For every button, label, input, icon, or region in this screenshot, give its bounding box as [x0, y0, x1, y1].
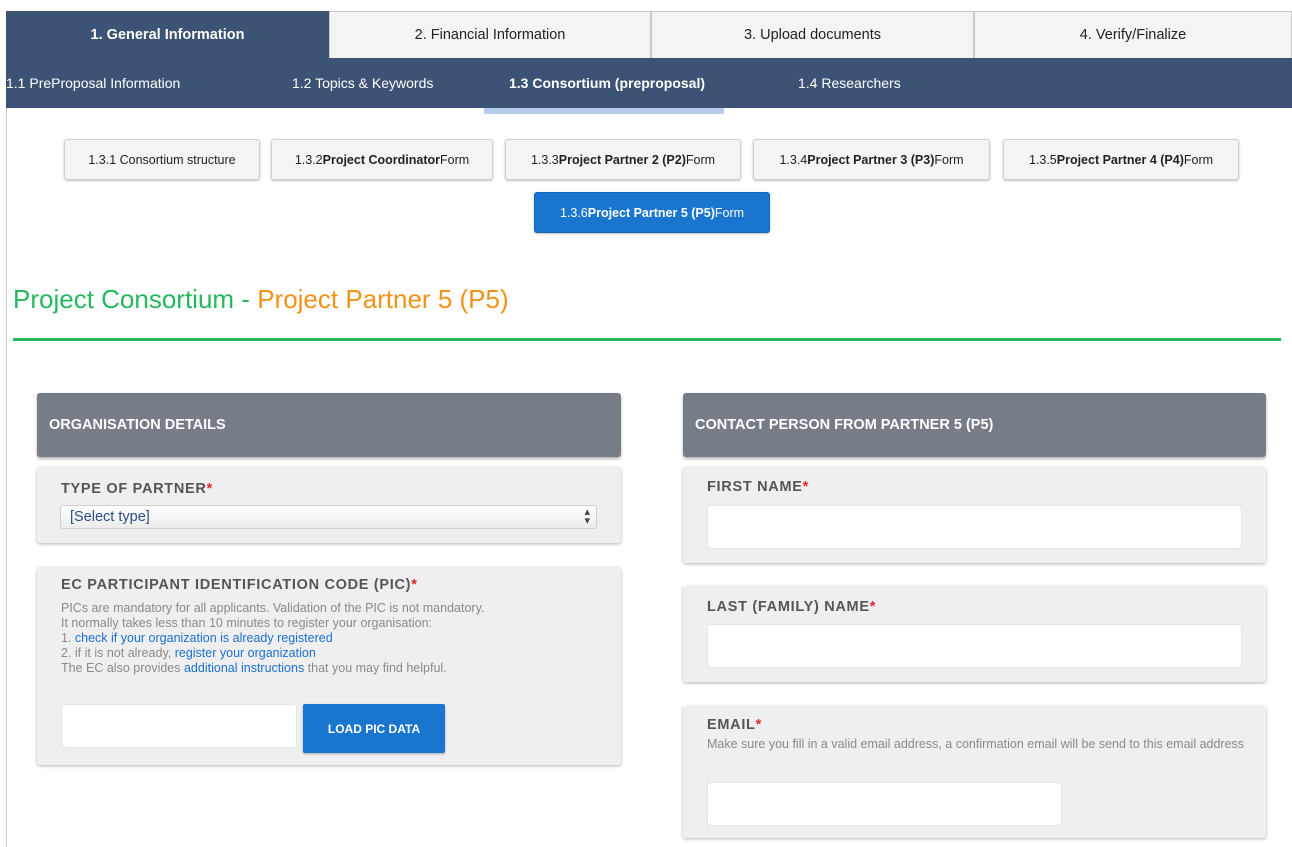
label-text: EMAIL: [707, 717, 756, 733]
pic-card: EC PARTICIPANT IDENTIFICATION CODE (PIC)…: [37, 567, 621, 765]
subtab-number: 1.3.3: [530, 152, 559, 167]
subtab-suffix: Form: [714, 205, 745, 220]
subtab-suffix: Form: [934, 152, 964, 167]
panel-header-title: ORGANISATION DETAILS: [49, 417, 226, 433]
subnav-topics-keywords[interactable]: 1.2 Topics & Keywords: [292, 58, 433, 108]
tab-general-information[interactable]: 1. General Information: [6, 11, 329, 58]
page-left-border: [6, 108, 7, 847]
help-line: 1. check if your organization is already…: [61, 631, 611, 646]
subtab-suffix: Form: [1183, 152, 1214, 167]
type-of-partner-label: TYPE OF PARTNER*: [61, 481, 213, 497]
button-label: LOAD PIC DATA: [327, 721, 421, 736]
select-arrows-icon: ▴ ▾: [584, 506, 590, 527]
subtab-label-bold: Project Partner 2 (P2): [558, 152, 686, 167]
register-organization-link[interactable]: register your organization: [175, 646, 316, 660]
last-name-card: LAST (FAMILY) NAME*: [683, 586, 1266, 682]
subtab-consortium-structure[interactable]: 1.3.1 Consortium structure: [64, 139, 260, 180]
main-tabs: 1. General Information 2. Financial Info…: [6, 11, 1292, 58]
title-divider: [13, 338, 1281, 341]
first-name-label: FIRST NAME*: [707, 479, 809, 495]
first-name-input[interactable]: [707, 505, 1242, 549]
type-of-partner-card: TYPE OF PARTNER* [Select type] ▴ ▾: [37, 467, 621, 543]
label-text: TYPE OF PARTNER: [61, 481, 207, 497]
select-value: [Select type]: [70, 509, 150, 525]
required-marker: *: [206, 481, 213, 497]
subtab-label-bold: Project Partner 5 (P5): [587, 205, 715, 220]
subtab-label-bold: Project Partner 3 (P3): [807, 152, 935, 167]
organisation-details-header: ORGANISATION DETAILS: [37, 393, 621, 457]
subnav-consortium[interactable]: 1.3 Consortium (preproposal): [509, 58, 705, 108]
subnav-preproposal-information[interactable]: 1.1 PreProposal Information: [6, 58, 180, 108]
email-label: EMAIL*: [707, 717, 762, 733]
pic-help-text: PICs are mandatory for all applicants. V…: [61, 601, 611, 676]
page-title-consortium: Project Consortium -: [13, 284, 258, 314]
help-prefix: 1.: [61, 631, 75, 645]
subtab-project-partner-5[interactable]: 1.3.6 Project Partner 5 (P5) Form: [534, 192, 770, 233]
tab-upload-documents[interactable]: 3. Upload documents: [651, 11, 974, 58]
active-subnav-indicator: [484, 108, 724, 114]
subtab-label-bold: Project Partner 4 (P4): [1056, 152, 1184, 167]
email-input[interactable]: [707, 782, 1062, 826]
help-line: 2. if it is not already, register your o…: [61, 646, 611, 661]
help-prefix: The EC also provides: [61, 661, 184, 675]
check-registration-link[interactable]: check if your organization is already re…: [75, 631, 333, 645]
subtab-project-partner-4[interactable]: 1.3.5 Project Partner 4 (P4) Form: [1003, 139, 1239, 180]
label-text: LAST (FAMILY) NAME: [707, 599, 870, 615]
sub-navigation: 1.1 PreProposal Information 1.2 Topics &…: [6, 58, 1292, 108]
subtab-label-bold: Project Coordinator: [322, 152, 440, 167]
subnav-researchers[interactable]: 1.4 Researchers: [798, 58, 901, 108]
tab-verify-finalize[interactable]: 4. Verify/Finalize: [974, 11, 1292, 58]
last-name-input[interactable]: [707, 624, 1242, 668]
subtab-label: 1.3.1 Consortium structure: [88, 152, 236, 167]
required-marker: *: [755, 717, 762, 733]
last-name-label: LAST (FAMILY) NAME*: [707, 599, 876, 615]
subtab-number: 1.3.6: [559, 205, 588, 220]
label-text: FIRST NAME: [707, 479, 803, 495]
subtab-number: 1.3.2: [294, 152, 323, 167]
help-prefix: 2. if it is not already,: [61, 646, 175, 660]
panel-header-title: CONTACT PERSON FROM PARTNER 5 (P5): [695, 417, 994, 433]
email-help-text: Make sure you fill in a valid email addr…: [707, 737, 1245, 751]
page-title-partner: Project Partner 5 (P5): [257, 284, 509, 314]
pic-input[interactable]: [61, 704, 297, 748]
subtab-suffix: Form: [440, 152, 470, 167]
subtab-number: 1.3.4: [779, 152, 808, 167]
subtab-project-partner-2[interactable]: 1.3.3 Project Partner 2 (P2) Form: [505, 139, 741, 180]
required-marker: *: [411, 577, 418, 593]
subtab-suffix: Form: [685, 152, 716, 167]
subtab-project-partner-3[interactable]: 1.3.4 Project Partner 3 (P3) Form: [753, 139, 990, 180]
contact-person-header: CONTACT PERSON FROM PARTNER 5 (P5): [683, 393, 1266, 457]
subtab-number: 1.3.5: [1028, 152, 1057, 167]
required-marker: *: [869, 599, 877, 615]
additional-instructions-link[interactable]: additional instructions: [184, 661, 304, 675]
tab-financial-information[interactable]: 2. Financial Information: [329, 11, 651, 58]
required-marker: *: [802, 479, 809, 495]
pic-label: EC PARTICIPANT IDENTIFICATION CODE (PIC)…: [61, 577, 418, 593]
help-suffix: that you may find helpful.: [304, 661, 447, 675]
type-of-partner-select[interactable]: [Select type] ▴ ▾: [60, 505, 597, 529]
first-name-card: FIRST NAME*: [683, 467, 1266, 563]
help-line: PICs are mandatory for all applicants. V…: [61, 601, 485, 615]
help-line: The EC also provides additional instruct…: [61, 661, 611, 676]
page-title: Project Consortium - Project Partner 5 (…: [13, 284, 509, 315]
subtab-project-coordinator[interactable]: 1.3.2 Project Coordinator Form: [271, 139, 493, 180]
load-pic-data-button[interactable]: LOAD PIC DATA: [303, 704, 445, 753]
label-text: EC PARTICIPANT IDENTIFICATION CODE (PIC): [61, 577, 412, 593]
email-card: EMAIL* Make sure you fill in a valid ema…: [683, 706, 1266, 838]
help-line: It normally takes less than 10 minutes t…: [61, 616, 433, 630]
